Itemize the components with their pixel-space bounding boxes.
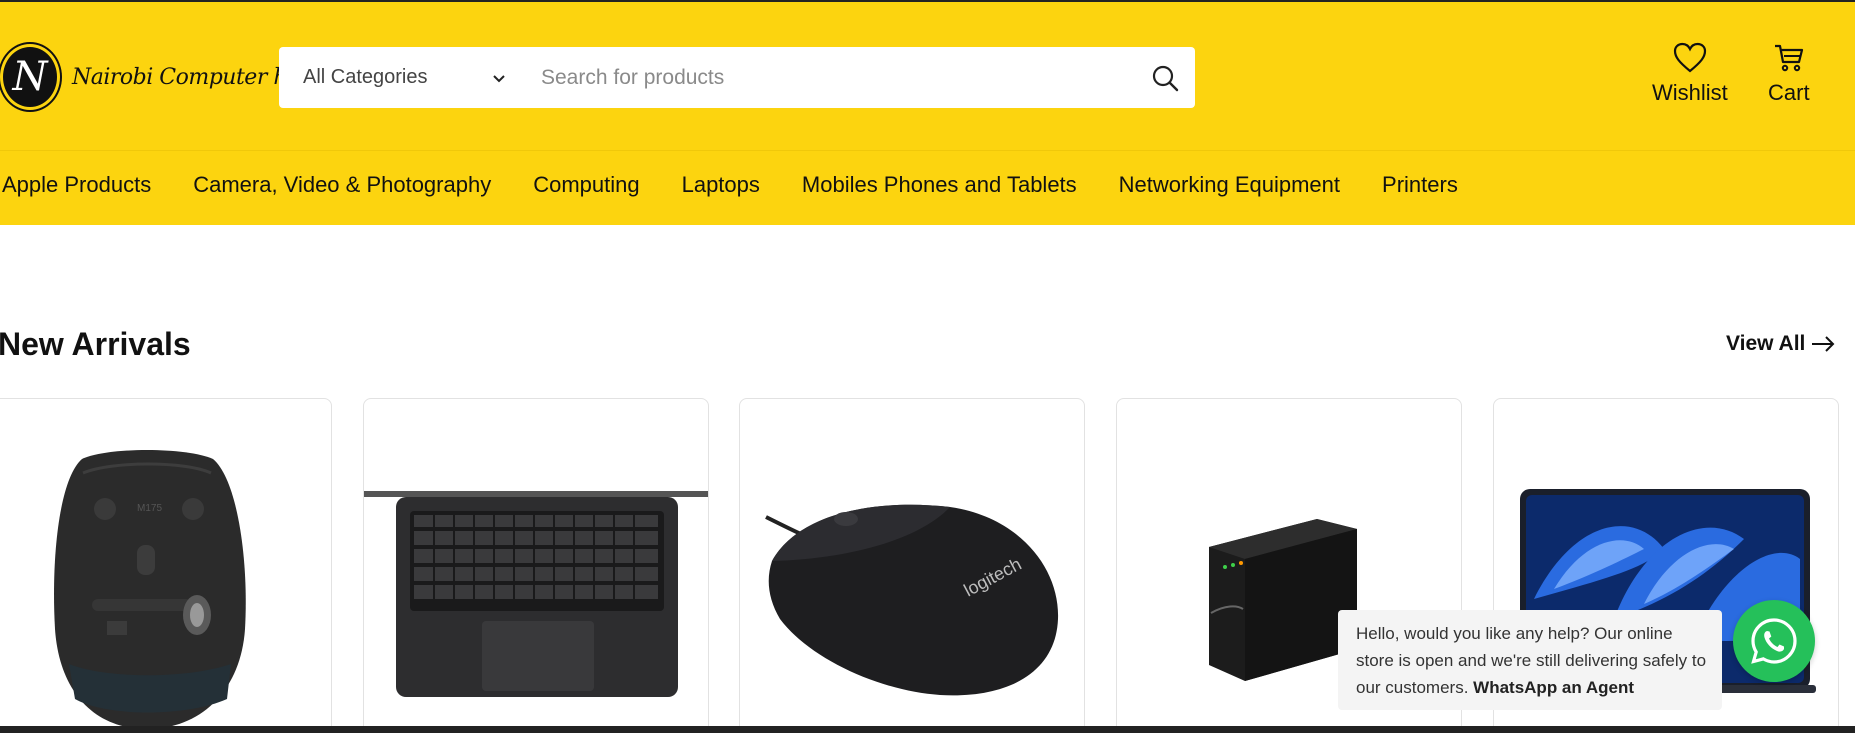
section-title: New Arrivals xyxy=(0,326,191,362)
nav-item-printers[interactable]: Printers xyxy=(1382,172,1458,198)
logo-mark: N xyxy=(0,44,60,110)
nav-item-camera-video-photography[interactable]: Camera, Video & Photography xyxy=(193,172,491,198)
page-bottom-bar xyxy=(0,726,1855,733)
cart-icon xyxy=(1774,44,1803,72)
product-card[interactable] xyxy=(363,398,709,733)
nav-item-apple-products[interactable]: Apple Products xyxy=(2,172,151,198)
chevron-down-icon xyxy=(493,75,505,83)
product-image-wireless-mouse: M175 xyxy=(54,450,246,729)
view-all-label: View All xyxy=(1726,332,1806,355)
product-card[interactable]: M175 xyxy=(0,398,332,733)
product-card[interactable]: logitech xyxy=(739,398,1085,733)
wishlist-button[interactable]: Wishlist xyxy=(1652,42,1728,106)
header-divider xyxy=(0,150,1855,151)
search-icon xyxy=(1152,65,1179,91)
view-all-link[interactable]: View All xyxy=(1726,332,1835,356)
chat-bubble: Hello, would you like any help? Our onli… xyxy=(1338,610,1722,710)
product-image-logitech-mouse: logitech xyxy=(765,504,1059,696)
category-nav: Apple Products Camera, Video & Photograp… xyxy=(0,172,1500,198)
nav-item-mobile-phones-tablets[interactable]: Mobiles Phones and Tablets xyxy=(802,172,1077,198)
whatsapp-agent-link[interactable]: WhatsApp an Agent xyxy=(1473,678,1634,697)
category-select[interactable]: All Categories xyxy=(279,47,525,108)
search-button[interactable] xyxy=(1135,47,1195,108)
heart-icon xyxy=(1673,42,1706,73)
whatsapp-button[interactable] xyxy=(1733,600,1815,682)
site-header: N Nairobi Computer house All Categories … xyxy=(0,0,1855,225)
search-input[interactable] xyxy=(525,47,1135,108)
product-image-laptop xyxy=(364,491,708,697)
cart-label: Cart xyxy=(1768,80,1810,105)
nav-item-laptops[interactable]: Laptops xyxy=(682,172,760,198)
category-select-label: All Categories xyxy=(303,66,428,88)
nav-item-networking-equipment[interactable]: Networking Equipment xyxy=(1119,172,1340,198)
search-bar: All Categories xyxy=(279,47,1195,108)
svg-text:M175: M175 xyxy=(137,503,162,514)
nav-item-computing[interactable]: Computing xyxy=(533,172,639,198)
whatsapp-icon xyxy=(1751,618,1797,664)
cart-button[interactable]: Cart xyxy=(1768,42,1810,106)
arrow-right-icon xyxy=(1812,336,1835,352)
wishlist-label: Wishlist xyxy=(1652,80,1728,105)
